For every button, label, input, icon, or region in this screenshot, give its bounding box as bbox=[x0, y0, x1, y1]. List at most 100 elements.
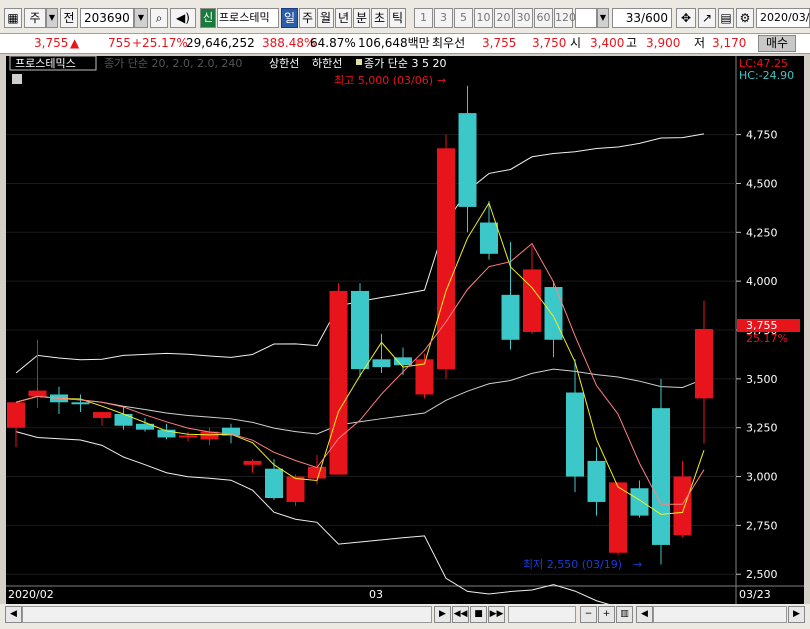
nav-icon[interactable]: ✥ bbox=[676, 8, 696, 28]
candle-body-25 bbox=[544, 287, 563, 340]
interval-button-1[interactable]: 3 bbox=[434, 8, 453, 28]
period-button-5[interactable]: 초 bbox=[371, 8, 388, 28]
interval-button-0[interactable]: 1 bbox=[414, 8, 433, 28]
period-button-4[interactable]: 분 bbox=[353, 8, 370, 28]
pct-tag: 25.17% bbox=[746, 332, 788, 345]
y-tick-label-1: 4,500 bbox=[746, 177, 778, 190]
zoom-in-icon[interactable]: + bbox=[598, 606, 615, 623]
buy-button[interactable]: 매수 bbox=[758, 35, 796, 52]
y-tick-label-9: 2,500 bbox=[746, 568, 778, 581]
scroll-right-icon[interactable]: ▶ bbox=[434, 606, 451, 623]
volume: 29,646,252 bbox=[186, 36, 255, 50]
y-tick-label-7: 3,000 bbox=[746, 471, 778, 484]
hc-label: HC:-24.90 bbox=[739, 69, 794, 82]
period-button-3[interactable]: 년 bbox=[335, 8, 352, 28]
candle-body-13 bbox=[286, 476, 305, 502]
candle-body-30 bbox=[652, 408, 670, 545]
period-button-6[interactable]: 틱 bbox=[389, 8, 406, 28]
layout-icon[interactable]: ▦ bbox=[4, 8, 22, 28]
best-ask: 3,755 bbox=[482, 36, 517, 50]
y-tick-label-6: 3,250 bbox=[746, 422, 778, 435]
y-tick-label-5: 3,500 bbox=[746, 373, 778, 386]
save-icon[interactable]: ▤ bbox=[718, 8, 734, 28]
line-tool-icon[interactable]: ↗ bbox=[698, 8, 716, 28]
chart-area[interactable]: 4,7504,5004,2504,0003,7503,5003,2503,000… bbox=[6, 55, 804, 629]
candle-body-27 bbox=[587, 460, 606, 502]
quote-bar: 3,755 ▲ 755 +25.17% 29,646,252 388.48% 6… bbox=[0, 34, 810, 54]
y-tick-label-0: 4,750 bbox=[746, 129, 778, 142]
x-label-start: 2020/02 bbox=[8, 588, 54, 601]
zoom-slider[interactable] bbox=[508, 606, 576, 623]
interval-button-3[interactable]: 10 bbox=[474, 8, 493, 28]
period-button-2[interactable]: 월 bbox=[317, 8, 334, 28]
market-select[interactable]: 주 bbox=[24, 8, 46, 28]
period-button-0[interactable]: 일 bbox=[281, 8, 298, 28]
candle-body-4 bbox=[93, 412, 111, 418]
max-annotation: 최고 5,000 (03/06) bbox=[334, 74, 433, 87]
candle-body-23 bbox=[501, 294, 520, 340]
stop-icon[interactable]: ■ bbox=[470, 606, 487, 623]
rewind-icon[interactable]: ◀◀ bbox=[452, 606, 469, 623]
x-label-end: 03/23 bbox=[739, 588, 771, 601]
legend-bollinger: 종가 단순 20, 2.0, 2.0, 240 bbox=[104, 57, 242, 70]
toolbar: ▦ 주 ▼ 전 203690 ▼ ⌕ ◀) 신 프로스테믹 일주월년분초틱 13… bbox=[0, 0, 810, 34]
min-arrow-icon: → bbox=[633, 558, 642, 571]
legend-upper-band: 상한선 bbox=[269, 57, 299, 70]
candle-body-11 bbox=[243, 460, 262, 465]
candle-body-18 bbox=[394, 357, 412, 366]
low-label: 저 bbox=[694, 36, 706, 50]
forward-icon[interactable]: ▶▶ bbox=[488, 606, 505, 623]
interval-dropdown-icon[interactable]: ▼ bbox=[597, 8, 609, 28]
high-price: 3,900 bbox=[646, 36, 681, 50]
candle-body-1 bbox=[28, 390, 47, 397]
interval-button-6[interactable]: 60 bbox=[534, 8, 553, 28]
volume-ratio: 388.48% bbox=[262, 36, 316, 50]
up-arrow-icon: ▲ bbox=[70, 36, 80, 50]
stock-name: 프로스테믹 bbox=[217, 8, 279, 28]
candle-body-31 bbox=[673, 476, 692, 536]
candle-body-24 bbox=[523, 269, 541, 332]
max-arrow-icon: → bbox=[437, 74, 446, 87]
interval-button-5[interactable]: 30 bbox=[514, 8, 533, 28]
candle-body-0 bbox=[7, 402, 25, 428]
candle-body-8 bbox=[179, 435, 197, 438]
change-value: 755 bbox=[108, 36, 131, 50]
legend-ma-swatch bbox=[356, 59, 362, 65]
count-max: /600 bbox=[641, 11, 668, 25]
code-dropdown-icon[interactable]: ▼ bbox=[134, 8, 148, 28]
scroll-left-icon[interactable]: ◀ bbox=[5, 606, 22, 623]
sound-icon[interactable]: ◀) bbox=[170, 8, 196, 28]
range-scrollbar[interactable] bbox=[653, 606, 787, 623]
open-price: 3,400 bbox=[590, 36, 625, 50]
horizontal-scrollbar[interactable] bbox=[22, 606, 432, 623]
prev-button[interactable]: 전 bbox=[60, 8, 78, 28]
scroll-right-small-icon[interactable]: ▶ bbox=[788, 606, 805, 623]
candle-body-26 bbox=[566, 392, 584, 477]
chevron-down-icon[interactable]: ▼ bbox=[46, 8, 58, 28]
period-button-1[interactable]: 주 bbox=[299, 8, 316, 28]
interval-input[interactable] bbox=[575, 8, 597, 28]
count-input[interactable]: 33/600 bbox=[612, 8, 672, 28]
search-icon[interactable]: ⌕ bbox=[150, 8, 168, 28]
y-tick-label-2: 4,250 bbox=[746, 226, 778, 239]
legend-ma: 종가 단순 3 5 20 bbox=[364, 57, 446, 70]
gear-icon[interactable]: ⚙ bbox=[736, 8, 754, 28]
candle-body-17 bbox=[372, 359, 391, 368]
candle-body-5 bbox=[114, 414, 133, 426]
turnover-rate: 64.87% bbox=[310, 36, 356, 50]
change-percent: +25.17% bbox=[132, 36, 188, 50]
candlestick-chart: 4,7504,5004,2504,0003,7503,5003,2503,000… bbox=[6, 55, 804, 629]
scroll-left-small-icon[interactable]: ◀ bbox=[636, 606, 653, 623]
code-input[interactable]: 203690 bbox=[80, 8, 134, 28]
interval-button-4[interactable]: 20 bbox=[494, 8, 513, 28]
date-field[interactable]: 2020/03/ bbox=[756, 8, 810, 28]
candle-body-29 bbox=[630, 488, 649, 516]
min-annotation: 최저 2,550 (03/19) bbox=[523, 558, 622, 571]
legend-stock-name: 프로스테믹스 bbox=[15, 57, 76, 70]
view-icon[interactable]: ▥ bbox=[616, 606, 633, 623]
zoom-out-icon[interactable]: − bbox=[580, 606, 597, 623]
grid-toggle-icon[interactable] bbox=[12, 74, 22, 84]
interval-button-2[interactable]: 5 bbox=[454, 8, 473, 28]
interval-button-7[interactable]: 120 bbox=[554, 8, 576, 28]
new-badge: 신 bbox=[200, 8, 216, 28]
